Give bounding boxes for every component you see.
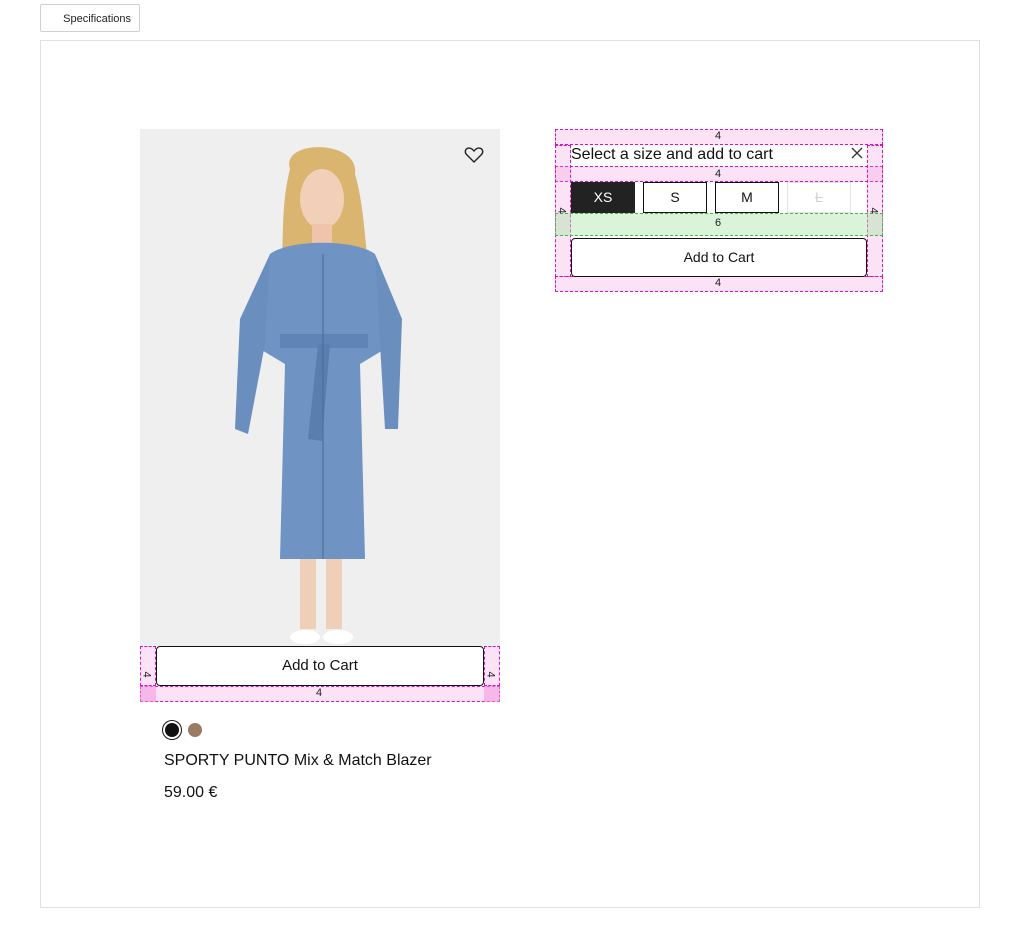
guide-label: 4: [316, 687, 323, 699]
guide-card-right: [484, 646, 500, 686]
guide-corner: [140, 686, 156, 702]
product-price: 59.00 €: [164, 784, 218, 801]
color-swatch-black[interactable]: [165, 723, 179, 737]
size-option-s[interactable]: S: [643, 182, 707, 213]
close-icon[interactable]: [850, 146, 864, 160]
size-option-m[interactable]: M: [715, 182, 779, 213]
product-name[interactable]: SPORTY PUNTO Mix & Match Blazer: [164, 752, 432, 770]
guide-label: 4: [555, 207, 568, 214]
guide-label: 4: [715, 277, 722, 289]
guide-corner: [484, 686, 500, 702]
panel-add-to-cart-button[interactable]: Add to Cart: [571, 238, 867, 277]
specifications-tab[interactable]: Specifications: [40, 4, 140, 32]
guide-label: 4: [140, 671, 153, 678]
size-panel-title: Select a size and add to cart: [571, 146, 773, 163]
guide-card-left: [140, 646, 156, 686]
guide-label: 6: [715, 217, 722, 229]
product-image[interactable]: [140, 129, 500, 646]
guide-label: 4: [715, 130, 722, 142]
size-option-xs[interactable]: XS: [571, 182, 635, 213]
guide-label: 4: [867, 207, 880, 214]
wishlist-heart-icon[interactable]: [463, 144, 485, 166]
add-to-cart-button[interactable]: Add to Cart: [156, 646, 484, 686]
size-option-l: L: [787, 182, 851, 213]
model-photo: [140, 129, 500, 646]
guide-label: 4: [484, 671, 497, 678]
guide-label: 4: [715, 168, 722, 180]
color-swatch-brown[interactable]: [188, 723, 202, 737]
